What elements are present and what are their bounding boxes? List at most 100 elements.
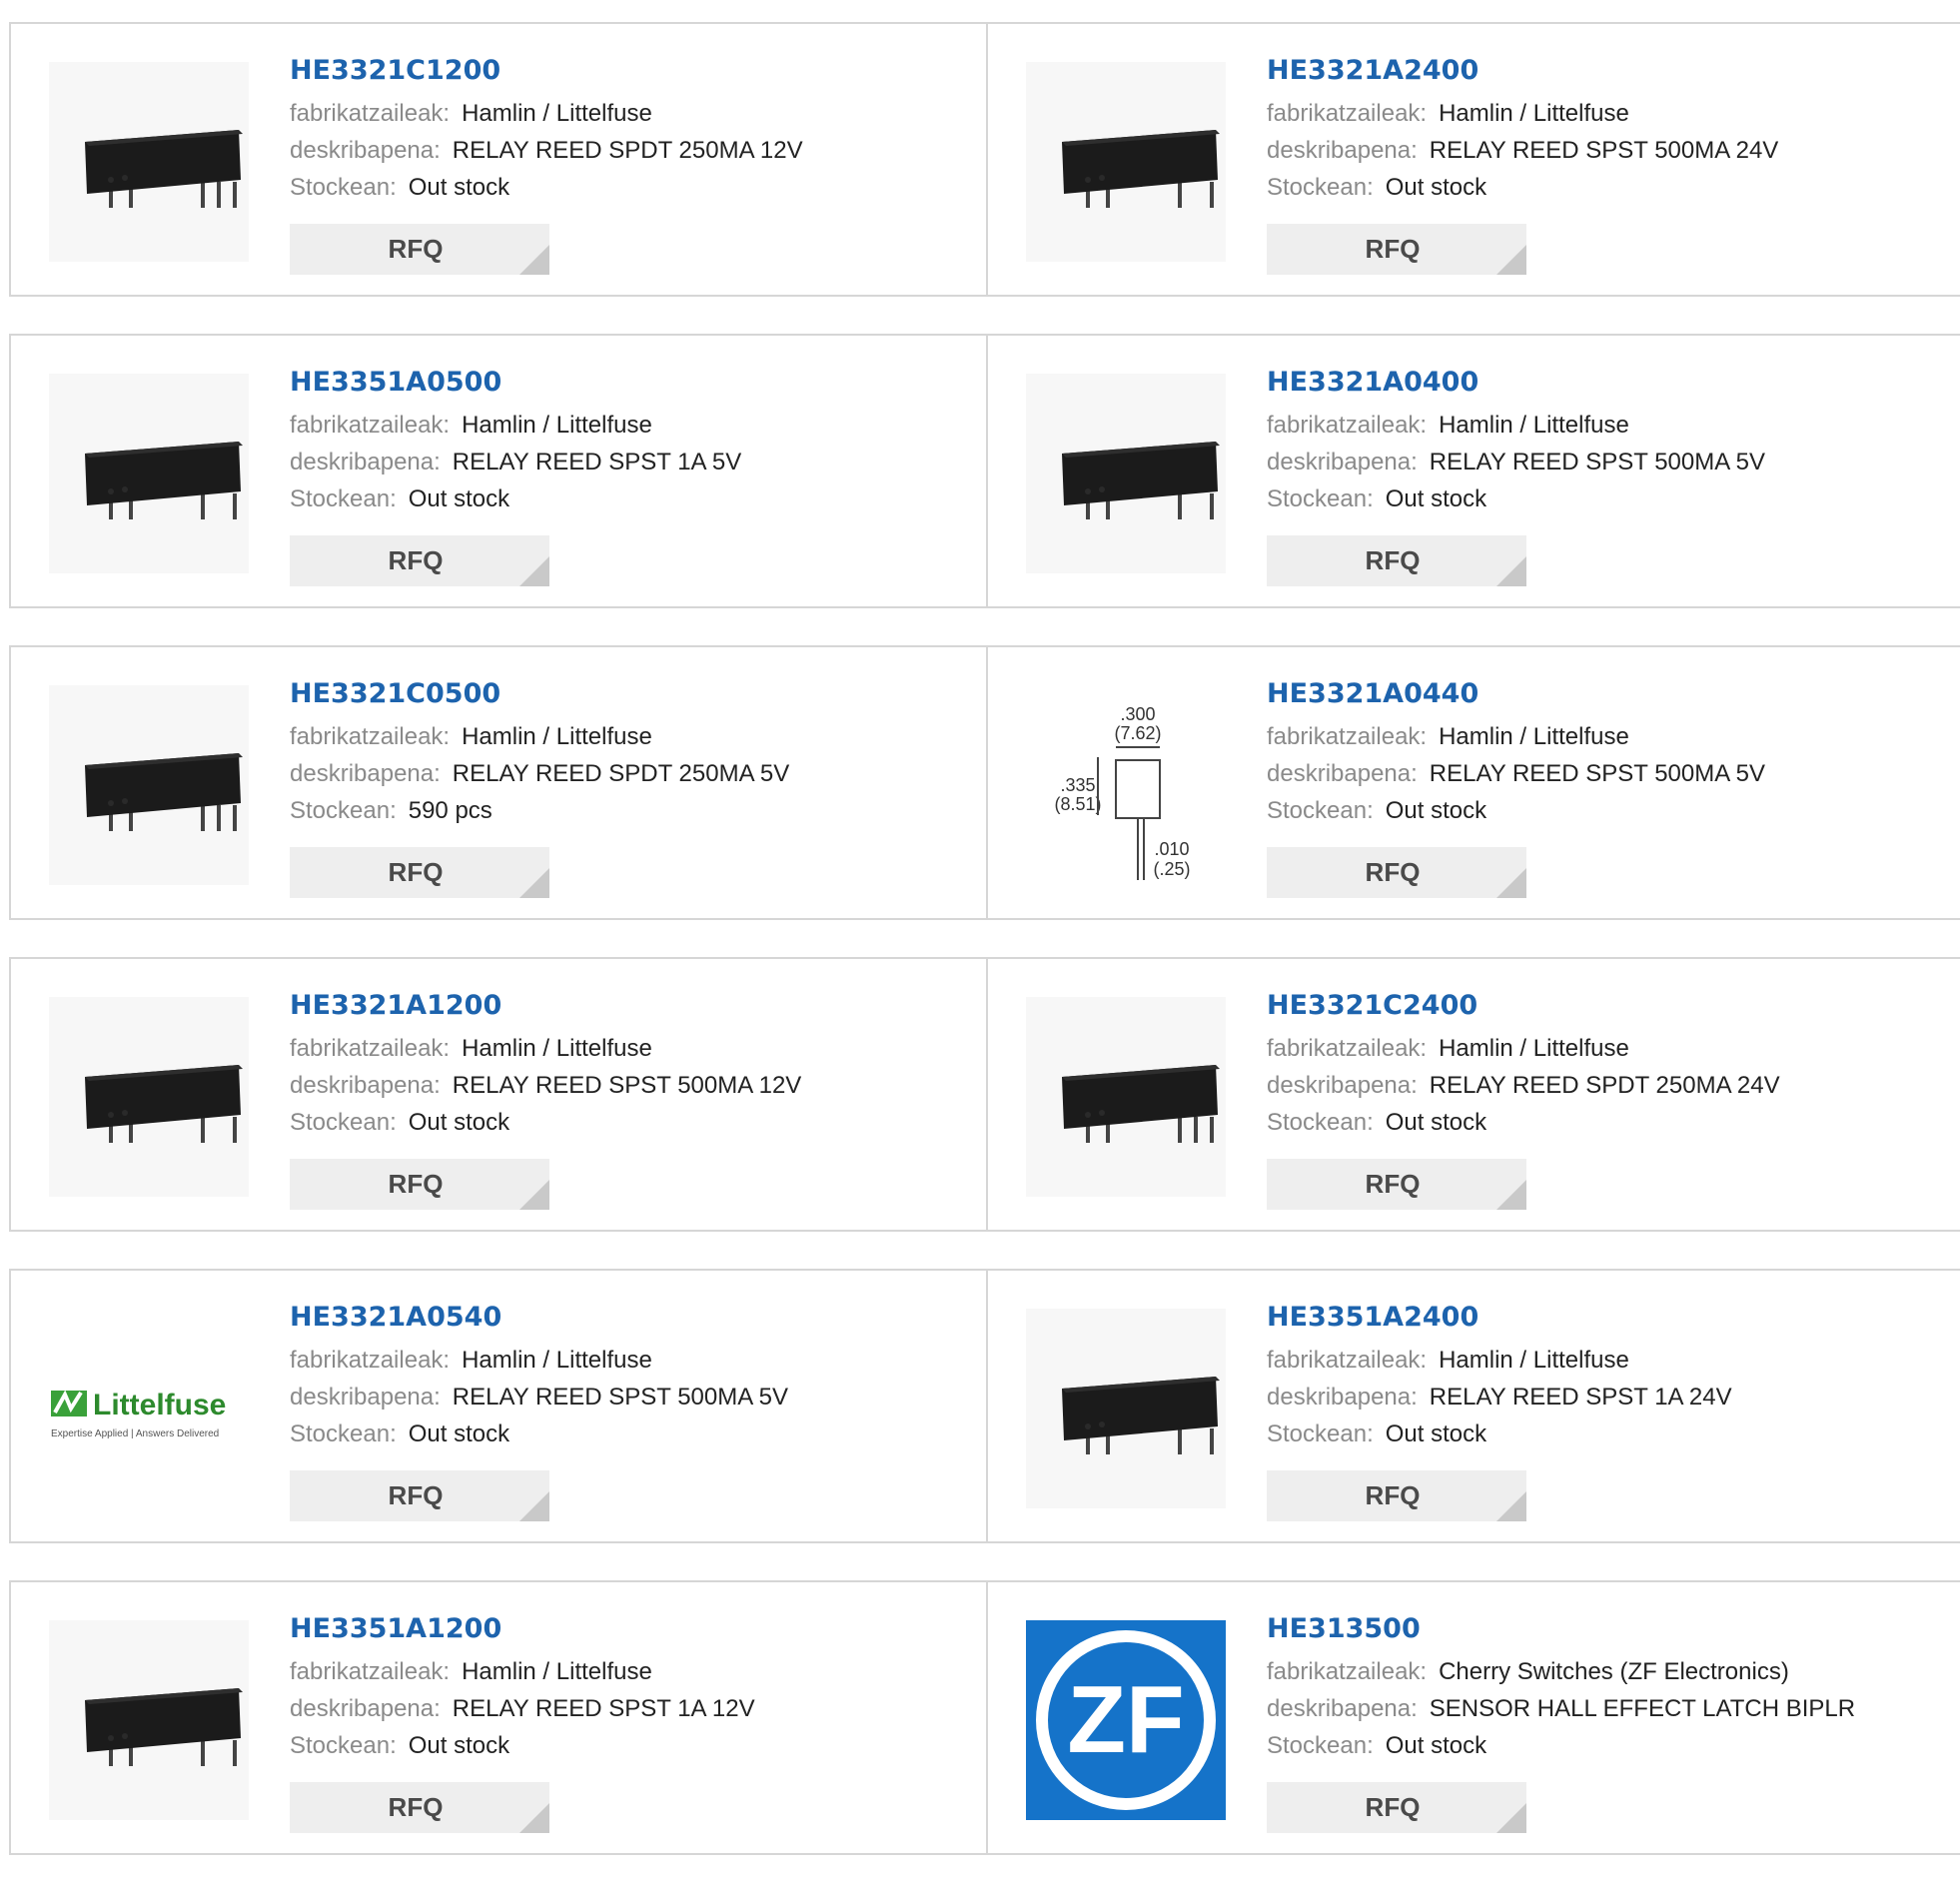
rfq-label: RFQ xyxy=(388,234,444,264)
rfq-button[interactable]: RFQ xyxy=(290,1159,549,1210)
part-number-link[interactable]: HE3321C1200 xyxy=(290,54,986,88)
product-image[interactable]: .300 (7.62) .335 (8.51) .010 (.25) xyxy=(1026,685,1226,885)
rfq-button[interactable]: RFQ xyxy=(290,535,549,586)
part-number-link[interactable]: HE3321A0440 xyxy=(1267,677,1960,711)
manufacturer-row: fabrikatzaileak: Hamlin / Littelfuse xyxy=(290,412,986,449)
part-number-link[interactable]: HE3321A1200 xyxy=(290,989,986,1023)
stock-row: Stockean: Out stock xyxy=(1267,174,1960,211)
stock-label: Stockean: xyxy=(290,1109,397,1136)
part-number-link[interactable]: HE3321C2400 xyxy=(1267,989,1960,1023)
manufacturer-value: Hamlin / Littelfuse xyxy=(462,412,652,439)
stock-value: Out stock xyxy=(1385,1109,1487,1136)
rfq-button[interactable]: RFQ xyxy=(1267,535,1526,586)
stock-value: Out stock xyxy=(408,174,510,201)
dim-side-mm: (8.51) xyxy=(1054,794,1101,814)
description-label: deskribapena: xyxy=(1267,1384,1418,1411)
description-value: RELAY REED SPDT 250MA 5V xyxy=(452,760,790,787)
product-card: HE3351A1200 fabrikatzaileak: Hamlin / Lit… xyxy=(9,1582,986,1853)
manufacturer-label: fabrikatzaileak: xyxy=(1267,723,1428,750)
rfq-label: RFQ xyxy=(1365,1480,1421,1510)
part-number-link[interactable]: HE313500 xyxy=(1267,1612,1960,1646)
rfq-button[interactable]: RFQ xyxy=(1267,1159,1526,1210)
description-value: RELAY REED SPDT 250MA 12V xyxy=(452,137,803,164)
part-number-link[interactable]: HE3321A0400 xyxy=(1267,366,1960,400)
rfq-button[interactable]: RFQ xyxy=(1267,847,1526,898)
part-number-link[interactable]: HE3321A0540 xyxy=(290,1301,986,1335)
rfq-label: RFQ xyxy=(1365,857,1421,887)
product-image[interactable] xyxy=(49,1620,249,1820)
part-number-link[interactable]: HE3351A2400 xyxy=(1267,1301,1960,1335)
corner-triangle-icon xyxy=(1496,556,1526,586)
product-card: HE3321A1200 fabrikatzaileak: Hamlin / Lit… xyxy=(9,959,986,1230)
product-card: .300 (7.62) .335 (8.51) .010 (.25) HE332… xyxy=(986,647,1960,918)
product-info: HE3321C2400 fabrikatzaileak: Hamlin / Lit… xyxy=(1267,989,1960,1146)
stock-value: Out stock xyxy=(1385,485,1487,512)
rfq-button[interactable]: RFQ xyxy=(290,224,549,275)
stock-row: Stockean: Out stock xyxy=(1267,1420,1960,1457)
part-number-link[interactable]: HE3351A1200 xyxy=(290,1612,986,1646)
product-row: HE3321C1200 fabrikatzaileak: Hamlin / Lit… xyxy=(9,22,1960,297)
product-image[interactable] xyxy=(49,997,249,1197)
product-info: HE313500 fabrikatzaileak: Cherry Switches… xyxy=(1267,1612,1960,1769)
product-image[interactable] xyxy=(49,374,249,573)
manufacturer-value: Cherry Switches (ZF Electronics) xyxy=(1439,1658,1789,1685)
manufacturer-value: Hamlin / Littelfuse xyxy=(1439,412,1629,439)
product-image[interactable]: ZF xyxy=(1026,1620,1226,1820)
part-number-link[interactable]: HE3321C0500 xyxy=(290,677,986,711)
product-info: HE3321A0440 fabrikatzaileak: Hamlin / Lit… xyxy=(1267,677,1960,834)
stock-value: Out stock xyxy=(408,1732,510,1759)
rfq-label: RFQ xyxy=(1365,234,1421,264)
description-label: deskribapena: xyxy=(1267,1695,1418,1722)
product-image[interactable] xyxy=(49,685,249,885)
rfq-label: RFQ xyxy=(388,1480,444,1510)
description-label: deskribapena: xyxy=(290,1695,441,1722)
stock-row: Stockean: Out stock xyxy=(1267,485,1960,522)
product-image[interactable] xyxy=(1026,62,1226,262)
rfq-button[interactable]: RFQ xyxy=(290,847,549,898)
stock-label: Stockean: xyxy=(1267,1420,1374,1447)
manufacturer-label: fabrikatzaileak: xyxy=(1267,1347,1428,1374)
product-card: Littelfuse Expertise Applied | Answers D… xyxy=(9,1271,986,1541)
product-image[interactable] xyxy=(49,62,249,262)
manufacturer-row: fabrikatzaileak: Hamlin / Littelfuse xyxy=(1267,1035,1960,1072)
corner-triangle-icon xyxy=(1496,1180,1526,1210)
stock-label: Stockean: xyxy=(1267,797,1374,824)
stock-value: Out stock xyxy=(1385,1732,1487,1759)
rfq-button[interactable]: RFQ xyxy=(290,1470,549,1521)
stock-row: Stockean: 590 pcs xyxy=(290,797,986,834)
product-image[interactable] xyxy=(1026,374,1226,573)
stock-label: Stockean: xyxy=(290,174,397,201)
product-image[interactable] xyxy=(1026,997,1226,1197)
description-value: RELAY REED SPST 1A 5V xyxy=(452,449,742,475)
part-number-link[interactable]: HE3351A0500 xyxy=(290,366,986,400)
product-image[interactable]: Littelfuse Expertise Applied | Answers D… xyxy=(49,1309,249,1508)
stock-value: Out stock xyxy=(408,1109,510,1136)
product-row: HE3321A1200 fabrikatzaileak: Hamlin / Lit… xyxy=(9,957,1960,1232)
product-info: HE3321C0500 fabrikatzaileak: Hamlin / Lit… xyxy=(290,677,986,834)
part-number-link[interactable]: HE3321A2400 xyxy=(1267,54,1960,88)
rfq-button[interactable]: RFQ xyxy=(1267,1470,1526,1521)
description-label: deskribapena: xyxy=(1267,760,1418,787)
description-value: RELAY REED SPST 500MA 5V xyxy=(452,1384,788,1411)
product-row: HE3351A1200 fabrikatzaileak: Hamlin / Lit… xyxy=(9,1580,1960,1855)
rfq-button[interactable]: RFQ xyxy=(1267,1782,1526,1833)
corner-triangle-icon xyxy=(519,1491,549,1521)
product-image[interactable] xyxy=(1026,1309,1226,1508)
description-row: deskribapena: RELAY REED SPDT 250MA 12V xyxy=(290,137,986,174)
stock-label: Stockean: xyxy=(290,1420,397,1447)
rfq-button[interactable]: RFQ xyxy=(1267,224,1526,275)
description-row: deskribapena: RELAY REED SPST 1A 5V xyxy=(290,449,986,485)
stock-value: Out stock xyxy=(1385,1420,1487,1447)
manufacturer-label: fabrikatzaileak: xyxy=(290,1658,451,1685)
manufacturer-value: Hamlin / Littelfuse xyxy=(1439,1035,1629,1062)
manufacturer-label: fabrikatzaileak: xyxy=(1267,412,1428,439)
product-card: HE3321C0500 fabrikatzaileak: Hamlin / Lit… xyxy=(9,647,986,918)
dim-top: .300 xyxy=(1120,704,1155,724)
stock-row: Stockean: Out stock xyxy=(290,174,986,211)
description-row: deskribapena: SENSOR HALL EFFECT LATCH BI… xyxy=(1267,1695,1960,1732)
rfq-button[interactable]: RFQ xyxy=(290,1782,549,1833)
stock-row: Stockean: Out stock xyxy=(1267,1732,1960,1769)
rfq-label: RFQ xyxy=(388,1792,444,1822)
dim-pin: .010 xyxy=(1154,839,1189,859)
description-value: RELAY REED SPST 500MA 5V xyxy=(1429,760,1765,787)
